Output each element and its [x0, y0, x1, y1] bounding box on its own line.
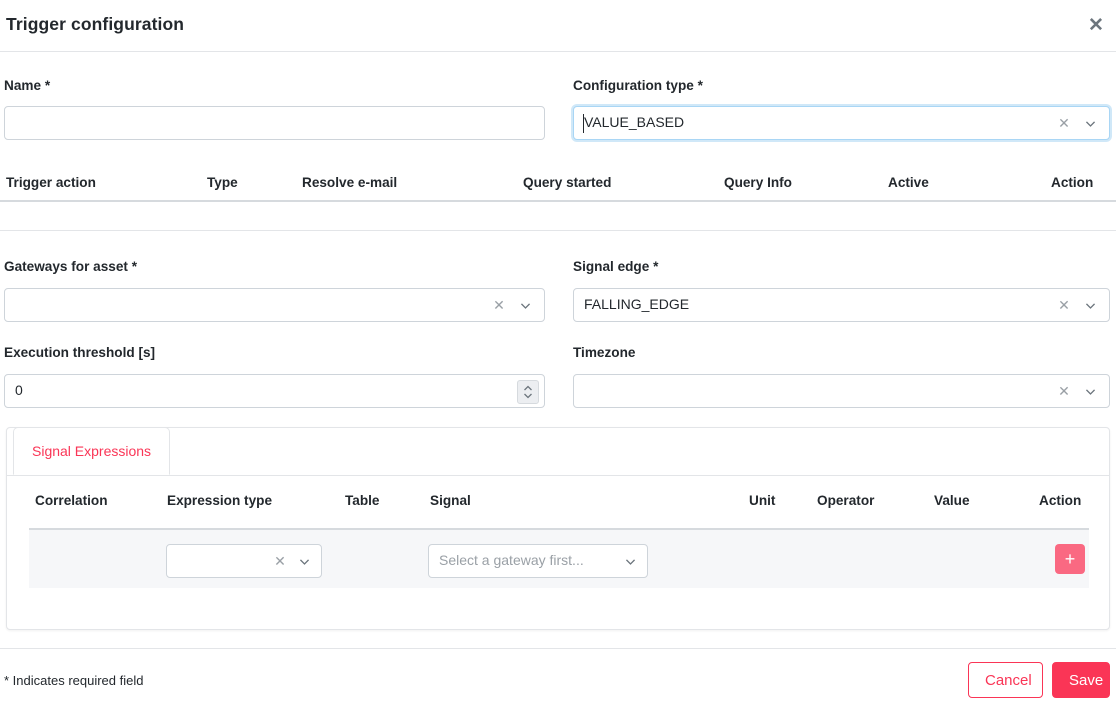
clear-icon[interactable]: ✕	[1055, 289, 1073, 321]
col-trigger-action: Trigger action	[6, 175, 96, 190]
clear-icon[interactable]: ✕	[1055, 107, 1073, 139]
gateways-for-asset-label: Gateways for asset *	[4, 259, 137, 274]
gateways-for-asset-select[interactable]: ✕	[4, 288, 545, 322]
col-active: Active	[888, 175, 929, 190]
clear-icon[interactable]: ✕	[271, 545, 289, 577]
expression-type-select[interactable]: ✕	[166, 544, 322, 578]
col-unit: Unit	[749, 493, 776, 508]
signal-select[interactable]: Select a gateway first...	[428, 544, 648, 578]
timezone-label: Timezone	[573, 345, 636, 360]
signal-edge-label: Signal edge *	[573, 259, 659, 274]
close-icon[interactable]: ✕	[1080, 10, 1112, 42]
signal-edge-value: FALLING_EDGE	[584, 296, 690, 312]
execution-threshold-label: Execution threshold [s]	[4, 345, 156, 360]
chevron-down-icon[interactable]	[1079, 289, 1101, 321]
table-body-rule	[0, 230, 1116, 231]
signal-placeholder: Select a gateway first...	[439, 552, 584, 568]
cancel-button[interactable]: Cancel	[968, 662, 1043, 698]
configuration-type-value: VALUE_BASED	[584, 114, 685, 130]
col-resolve-email: Resolve e-mail	[302, 175, 398, 190]
signal-edge-select[interactable]: FALLING_EDGE ✕	[573, 288, 1110, 322]
col-table: Table	[345, 493, 380, 508]
execution-threshold-value: 0	[15, 382, 23, 398]
quantity-stepper[interactable]	[517, 380, 539, 404]
col-value: Value	[934, 493, 970, 508]
table-row: ✕ Select a gateway first... +	[29, 530, 1089, 588]
required-asterisk: *	[44, 78, 51, 93]
signal-expressions-card: Signal Expressions Correlation Expressio…	[6, 427, 1110, 630]
col-correlation: Correlation	[35, 493, 108, 508]
clear-icon[interactable]: ✕	[1055, 375, 1073, 407]
col-expr-action: Action	[1039, 493, 1082, 508]
col-query-started: Query started	[523, 175, 612, 190]
required-asterisk: *	[131, 259, 137, 274]
required-asterisk: *	[697, 78, 703, 93]
configuration-type-select[interactable]: VALUE_BASED ✕	[573, 106, 1110, 140]
table-header-rule	[0, 200, 1116, 202]
tab-strip-underline	[7, 475, 1109, 476]
col-expression-type: Expression type	[167, 493, 273, 508]
chevron-down-icon[interactable]	[1079, 375, 1101, 407]
col-type: Type	[207, 175, 238, 190]
col-signal: Signal	[430, 493, 471, 508]
chevron-down-icon[interactable]	[514, 289, 536, 321]
chevron-down-icon[interactable]	[293, 545, 315, 577]
trigger-configuration-dialog: Trigger configuration ✕ Name * Configura…	[0, 0, 1116, 711]
required-asterisk: *	[653, 259, 659, 274]
save-button[interactable]: Save	[1052, 662, 1110, 698]
page-title: Trigger configuration	[6, 14, 185, 34]
col-operator: Operator	[817, 493, 875, 508]
tab-signal-expressions[interactable]: Signal Expressions	[13, 427, 171, 475]
col-action: Action	[1051, 175, 1094, 190]
col-query-info: Query Info	[724, 175, 792, 190]
tab-label: Signal Expressions	[32, 443, 152, 459]
name-label: Name *	[4, 78, 51, 93]
execution-threshold-field[interactable]: 0	[4, 374, 545, 408]
clear-icon[interactable]: ✕	[490, 289, 508, 321]
chevron-down-icon[interactable]	[619, 545, 641, 577]
add-expression-button[interactable]: +	[1055, 544, 1085, 574]
footer-divider	[0, 648, 1116, 649]
configuration-type-label: Configuration type *	[573, 78, 703, 93]
required-field-note: * Indicates required field	[4, 673, 144, 688]
name-input[interactable]	[4, 106, 545, 140]
chevron-down-icon[interactable]	[1079, 107, 1101, 139]
timezone-select[interactable]: ✕	[573, 374, 1110, 408]
dialog-header: Trigger configuration ✕	[0, 0, 1116, 52]
